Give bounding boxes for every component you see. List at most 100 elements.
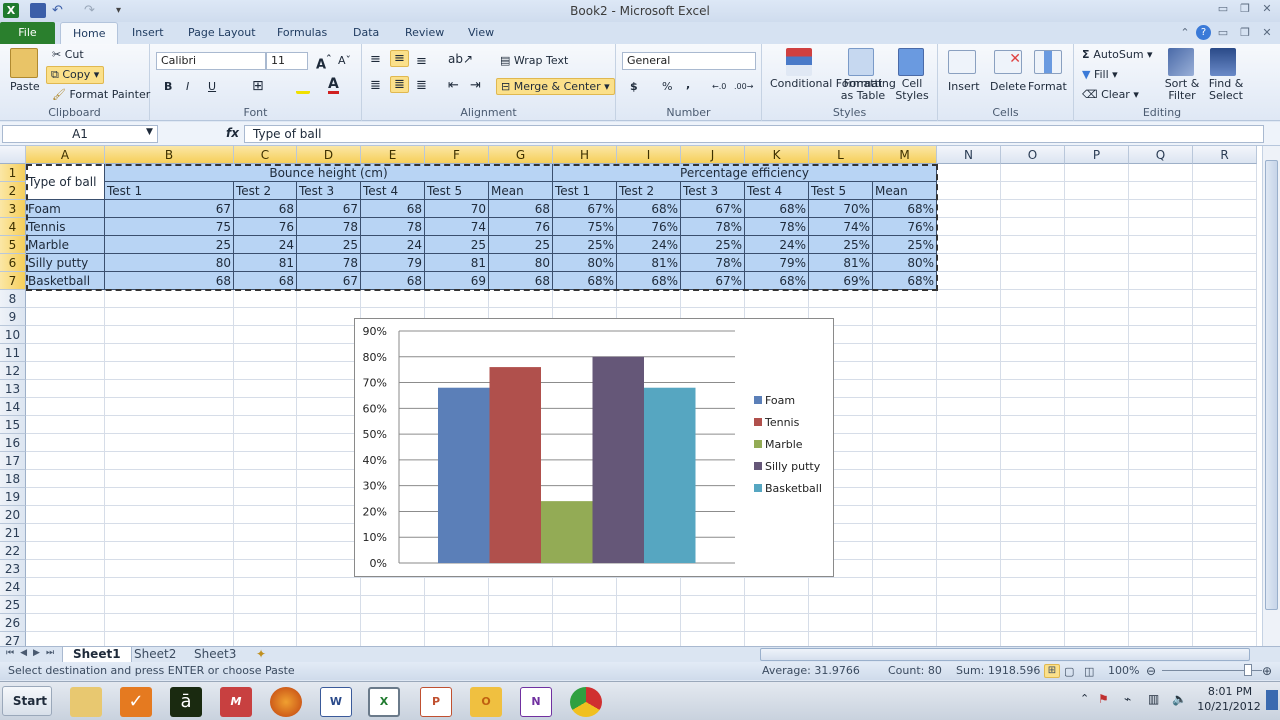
cell[interactable] (234, 416, 297, 434)
cell[interactable] (809, 614, 873, 632)
cell[interactable] (1001, 254, 1065, 272)
close-icon[interactable]: ✕ (1260, 3, 1274, 15)
cell[interactable] (1193, 488, 1257, 506)
cell[interactable] (873, 632, 937, 646)
help-icon[interactable]: ? (1196, 25, 1211, 40)
cell[interactable] (234, 506, 297, 524)
cell[interactable] (361, 632, 425, 646)
cell[interactable] (26, 614, 105, 632)
increase-indent-icon[interactable]: ⇥ (470, 78, 481, 93)
cell[interactable] (361, 578, 425, 596)
cell[interactable] (1065, 164, 1129, 182)
cell[interactable] (937, 326, 1001, 344)
data-cell[interactable]: 80 (489, 254, 553, 272)
cell[interactable] (1129, 380, 1193, 398)
cell[interactable] (297, 596, 361, 614)
select-all-corner[interactable] (0, 146, 26, 164)
cell[interactable] (1001, 362, 1065, 380)
cell[interactable] (1193, 380, 1257, 398)
cell[interactable] (1001, 326, 1065, 344)
format-as-table-icon[interactable] (848, 48, 874, 76)
cell[interactable] (297, 470, 361, 488)
cell[interactable] (1193, 326, 1257, 344)
cell[interactable] (1129, 560, 1193, 578)
cell[interactable] (234, 362, 297, 380)
cell[interactable] (234, 452, 297, 470)
cell[interactable] (234, 578, 297, 596)
font-size-select[interactable]: 11 (266, 52, 308, 70)
cell[interactable] (1001, 200, 1065, 218)
row-header-24[interactable]: 24 (0, 578, 26, 596)
row-header-16[interactable]: 16 (0, 434, 26, 452)
cell[interactable] (937, 488, 1001, 506)
cell[interactable] (553, 596, 617, 614)
data-cell[interactable]: 69 (425, 272, 489, 290)
chart[interactable]: 0% 10% 20% 30% 40% 50% 60% 70% 80% 90% Foam Tennis M… (354, 318, 834, 577)
subheader-cell[interactable]: Test 3 (297, 182, 361, 200)
sort-filter-icon[interactable] (1168, 48, 1194, 76)
cell[interactable] (1065, 326, 1129, 344)
cell[interactable] (297, 452, 361, 470)
cell[interactable] (1193, 560, 1257, 578)
decrease-indent-icon[interactable]: ⇤ (448, 78, 459, 93)
cell[interactable] (26, 470, 105, 488)
row-header-19[interactable]: 19 (0, 488, 26, 506)
tab-data[interactable]: Data (341, 22, 391, 44)
insert-button[interactable]: Insert (948, 80, 980, 93)
cell[interactable] (105, 308, 234, 326)
sort-filter-button[interactable]: Sort & Filter (1162, 78, 1202, 102)
cell[interactable] (105, 434, 234, 452)
cell[interactable] (1065, 470, 1129, 488)
word-icon[interactable]: W (320, 687, 352, 717)
data-cell[interactable]: 68 (361, 200, 425, 218)
cell[interactable] (1193, 236, 1257, 254)
cell[interactable] (617, 596, 681, 614)
cell[interactable] (617, 632, 681, 646)
show-desktop-button[interactable] (1266, 690, 1278, 710)
column-header-d[interactable]: D (297, 146, 361, 164)
cell[interactable] (297, 506, 361, 524)
cell[interactable] (873, 524, 937, 542)
column-header-m[interactable]: M (873, 146, 937, 164)
row-header-20[interactable]: 20 (0, 506, 26, 524)
cell-styles-button[interactable]: Cell Styles (892, 78, 932, 102)
column-header-q[interactable]: Q (1129, 146, 1193, 164)
row-header-26[interactable]: 26 (0, 614, 26, 632)
cell[interactable] (1129, 524, 1193, 542)
row-header-15[interactable]: 15 (0, 416, 26, 434)
cell[interactable] (297, 380, 361, 398)
increase-decimal-icon[interactable]: ←.0 (712, 82, 726, 91)
cell[interactable] (1129, 236, 1193, 254)
onenote-icon[interactable]: N (520, 687, 552, 717)
tab-insert[interactable]: Insert (120, 22, 176, 44)
delete-cells-icon[interactable]: ✕ (994, 50, 1022, 74)
cell[interactable] (297, 488, 361, 506)
tab-page-layout[interactable]: Page Layout (176, 22, 268, 44)
data-cell[interactable]: 76% (617, 218, 681, 236)
cell[interactable] (297, 308, 361, 326)
cell[interactable] (297, 362, 361, 380)
cell[interactable] (617, 290, 681, 308)
data-cell[interactable]: 68% (873, 200, 937, 218)
autosum-button[interactable]: Σ AutoSum ▾ (1082, 48, 1153, 61)
formula-input[interactable]: Type of ball (244, 125, 1264, 143)
cell[interactable] (1001, 182, 1065, 200)
cell[interactable] (1001, 218, 1065, 236)
cell[interactable] (1001, 272, 1065, 290)
cell[interactable] (1193, 470, 1257, 488)
cell[interactable] (26, 560, 105, 578)
cell[interactable] (1001, 290, 1065, 308)
row-name-cell[interactable]: Tennis (26, 218, 105, 236)
cell[interactable] (297, 524, 361, 542)
subheader-cell[interactable]: Mean (873, 182, 937, 200)
cell[interactable] (1129, 344, 1193, 362)
cell[interactable] (105, 560, 234, 578)
cell[interactable] (234, 560, 297, 578)
cell[interactable] (234, 434, 297, 452)
cell[interactable] (425, 596, 489, 614)
align-center-icon[interactable]: ≣ (390, 76, 409, 93)
format-button[interactable]: Format (1028, 80, 1067, 93)
cell[interactable] (873, 344, 937, 362)
m-app-icon[interactable]: M (220, 687, 252, 717)
cell[interactable] (809, 578, 873, 596)
